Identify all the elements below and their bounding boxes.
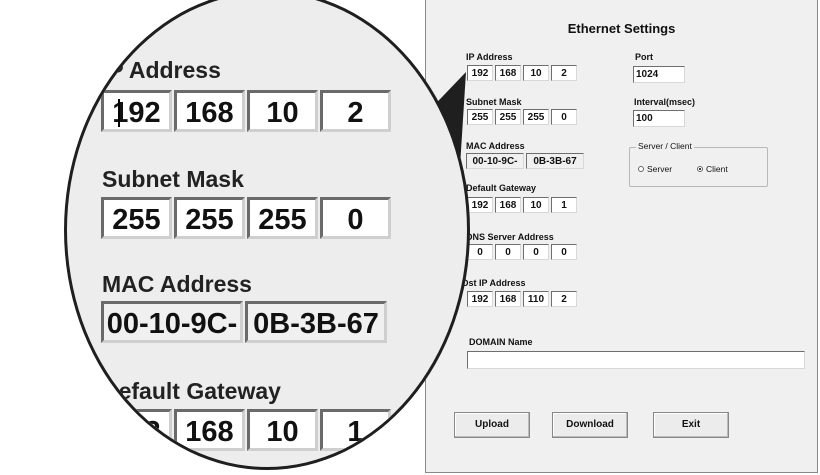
zoom-ip-octet-4: 2 [320, 90, 391, 132]
zoom-gateway-octet-4: 1 [320, 409, 391, 451]
zoom-gateway-octet-3: 10 [247, 409, 318, 451]
zoom-mac-address-fields: 00-10-9C- 0B-3B-67 [101, 301, 389, 343]
zoom-ip-octet-2: 168 [174, 90, 245, 132]
magnifier-callout: IP Address 192 168 10 2 Subnet Mask 255 … [64, 0, 470, 470]
zoom-mac-part-1: 00-10-9C- [101, 301, 243, 343]
zoom-mac-part-2: 0B-3B-67 [245, 301, 387, 343]
text-caret [118, 99, 120, 127]
zoom-ip-octet-3: 10 [247, 90, 318, 132]
zoom-subnet-mask-label: Subnet Mask [102, 166, 244, 192]
zoom-subnet-octet-3: 255 [247, 197, 318, 239]
zoom-subnet-octet-2: 255 [174, 197, 245, 239]
zoom-subnet-mask-fields: 255 255 255 0 [101, 197, 393, 239]
zoom-default-gateway-label: Default Gateway [102, 378, 281, 404]
zoom-ip-octet-1: 192 [101, 90, 172, 132]
zoom-ip-address-fields: 192 168 10 2 [101, 90, 393, 132]
zoom-subnet-octet-1: 255 [101, 197, 172, 239]
zoom-gateway-octet-1: 192 [101, 409, 172, 451]
zoom-mac-address-label: MAC Address [102, 271, 252, 297]
zoom-ip-address-label: IP Address [102, 57, 221, 83]
zoom-gateway-octet-2: 168 [174, 409, 245, 451]
zoom-subnet-octet-4: 0 [320, 197, 391, 239]
zoom-default-gateway-fields: 192 168 10 1 [101, 409, 393, 451]
